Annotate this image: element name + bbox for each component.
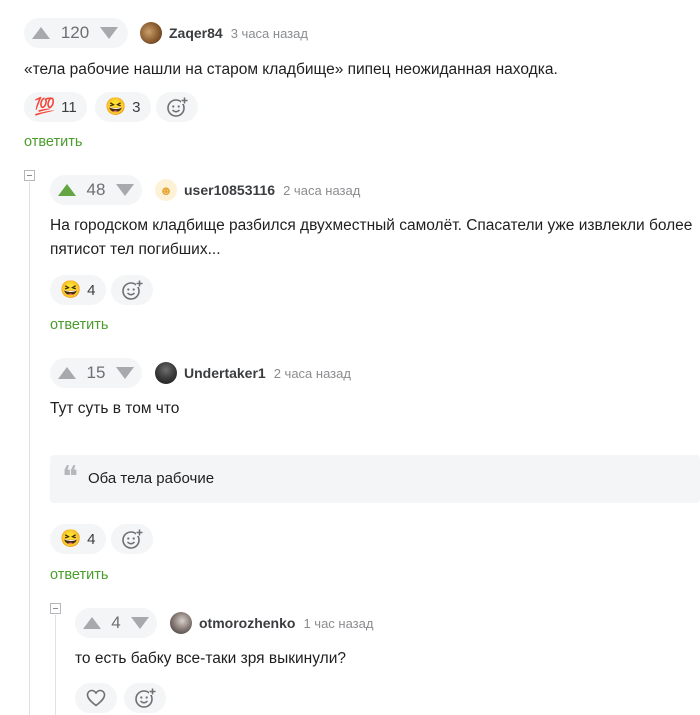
reaction-count: 11 [61, 98, 77, 116]
vote-count: 15 [86, 363, 106, 382]
reply-link[interactable]: ответить [24, 134, 82, 150]
arrow-up-icon [58, 367, 76, 379]
arrow-up-icon [58, 184, 76, 196]
reply-link[interactable]: ответить [50, 567, 108, 583]
add-reaction-button[interactable] [124, 683, 166, 713]
default-avatar-icon: ☻ [159, 182, 173, 198]
comment-text: Тут суть в том что [50, 400, 180, 417]
comment-time[interactable]: 2 часа назад [274, 366, 351, 381]
comment-author: Undertaker1 2 часа назад [155, 358, 351, 388]
vote-control: 120 [24, 18, 128, 48]
collapse-thread-button[interactable] [50, 603, 61, 614]
avatar[interactable] [170, 612, 192, 634]
add-reaction-button[interactable] [156, 92, 198, 122]
add-reaction-icon [135, 688, 156, 708]
upvote-button[interactable] [50, 358, 84, 388]
laughing-face-icon: 😆 [60, 529, 82, 548]
vote-count: 48 [86, 180, 106, 199]
comment-text: На городском кладбище разбился двухместн… [50, 214, 692, 262]
comment-author: otmorozhenko 1 час назад [170, 608, 373, 638]
comment-text-line: пятисот тел погибших... [50, 241, 221, 258]
vote-count: 4 [111, 613, 121, 632]
quote-block: ❝ Оба тела рабочие [50, 455, 700, 503]
avatar[interactable]: ☻ [155, 179, 177, 201]
author-name[interactable]: Undertaker1 [184, 365, 266, 381]
vote-control: 15 [50, 358, 142, 388]
reaction-count: 4 [87, 530, 96, 548]
avatar[interactable] [140, 22, 162, 44]
arrow-down-icon [131, 617, 149, 629]
thread-line-level-2 [55, 615, 56, 715]
reaction-button[interactable]: 😆 3 [95, 92, 151, 122]
comment-time[interactable]: 2 часа назад [283, 183, 360, 198]
arrow-down-icon [100, 27, 118, 39]
downvote-button[interactable] [123, 608, 157, 638]
vote-control: 4 [75, 608, 157, 638]
add-reaction-icon [167, 97, 188, 117]
vote-control: 48 [50, 175, 142, 205]
upvote-button[interactable] [75, 608, 109, 638]
laughing-face-icon: 😆 [60, 280, 82, 299]
collapse-thread-button[interactable] [24, 170, 35, 181]
upvote-button[interactable] [24, 18, 58, 48]
reply-link[interactable]: ответить [50, 317, 108, 333]
comment-author: ☻ user10853116 2 часа назад [155, 175, 360, 205]
reaction-button[interactable]: 💯 11 [24, 92, 87, 122]
add-reaction-icon [122, 529, 143, 549]
arrow-down-icon [116, 367, 134, 379]
comment-text: «тела рабочие нашли на старом кладбище» … [24, 61, 558, 78]
comment-time[interactable]: 1 час назад [303, 616, 373, 631]
add-reaction-button[interactable] [111, 275, 153, 305]
author-name[interactable]: Zaqer84 [169, 25, 223, 41]
reaction-count: 3 [132, 98, 141, 116]
arrow-down-icon [116, 184, 134, 196]
laughing-face-icon: 😆 [105, 97, 127, 116]
vote-count: 120 [60, 23, 90, 42]
comment-time[interactable]: 3 часа назад [231, 26, 308, 41]
comment-text-line: На городском кладбище разбился двухместн… [50, 217, 693, 234]
reaction-count: 4 [87, 281, 96, 299]
thread-line-level-1 [29, 182, 30, 715]
arrow-up-icon [83, 617, 101, 629]
avatar[interactable] [155, 362, 177, 384]
downvote-button[interactable] [108, 175, 142, 205]
arrow-up-icon [32, 27, 50, 39]
upvote-button[interactable] [50, 175, 84, 205]
downvote-button[interactable] [92, 18, 126, 48]
reaction-button[interactable]: 😆 4 [50, 275, 106, 305]
like-button[interactable] [75, 683, 117, 713]
heart-icon [86, 689, 106, 707]
author-name[interactable]: user10853116 [184, 182, 275, 198]
quote-text: Оба тела рабочие [88, 470, 215, 487]
comment-author: Zaqer84 3 часа назад [140, 18, 308, 48]
hundred-points-icon: 💯 [34, 97, 56, 116]
add-reaction-icon [122, 280, 143, 300]
add-reaction-button[interactable] [111, 524, 153, 554]
quote-icon: ❝ [62, 460, 79, 495]
comment-text: то есть бабку все-таки зря выкинули? [75, 650, 346, 667]
reaction-button[interactable]: 😆 4 [50, 524, 106, 554]
downvote-button[interactable] [108, 358, 142, 388]
author-name[interactable]: otmorozhenko [199, 615, 295, 631]
